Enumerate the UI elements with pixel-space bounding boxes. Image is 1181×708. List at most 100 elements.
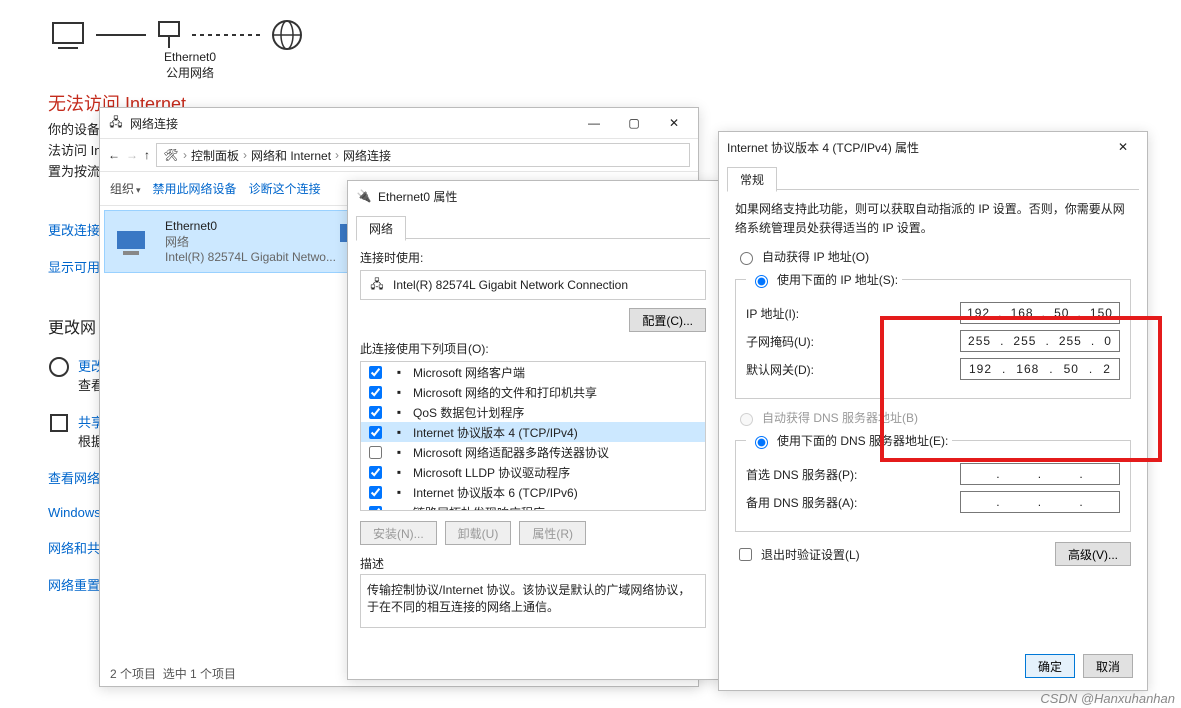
up-button[interactable]: ↑ (144, 148, 150, 162)
explorer-statusbar: 2 个项目 选中 1 个项目 (110, 665, 236, 682)
ipv4-close-button[interactable]: ✕ (1103, 133, 1143, 161)
crumb-0[interactable]: 控制面板 (191, 147, 239, 164)
desc-text: 传输控制协议/Internet 协议。该协议是默认的广域网络协议，于在不同的相互… (360, 574, 706, 628)
watermark: CSDN @Hanxuhanhan (1040, 691, 1175, 706)
back-button[interactable]: ← (108, 148, 120, 162)
cmd-diag[interactable]: 诊断这个连接 (249, 180, 321, 197)
component-item[interactable]: ▪Microsoft 网络客户端 (361, 362, 705, 382)
forward-button[interactable]: → (126, 148, 138, 162)
crumb-2[interactable]: 网络连接 (343, 147, 391, 164)
radio-auto-dns (740, 413, 753, 426)
component-item[interactable]: ▪ Internet 协议版本 6 (TCP/IPv6) (361, 482, 705, 502)
component-item[interactable]: ▪ Microsoft LLDP 协议驱动程序 (361, 462, 705, 482)
uninstall-button[interactable]: 卸载(U) (445, 521, 512, 545)
install-button[interactable]: 安装(N)... (360, 521, 437, 545)
component-checkbox[interactable] (369, 486, 382, 499)
component-label: Microsoft 网络适配器多路传送器协议 (413, 444, 609, 461)
radio-use-ip[interactable] (755, 275, 768, 288)
globe-icon (270, 18, 304, 52)
share-icon (48, 412, 70, 434)
component-checkbox[interactable] (369, 366, 382, 379)
component-icon: ▪ (391, 444, 407, 460)
switch-icon (154, 18, 184, 52)
component-icon: ▪ (391, 384, 407, 400)
advanced-button[interactable]: 高级(V)... (1055, 542, 1131, 566)
globe-small-icon (48, 356, 70, 378)
adapter-field: 🖧 Intel(R) 82574L Gigabit Network Connec… (360, 270, 706, 300)
ok-button[interactable]: 确定 (1025, 654, 1075, 678)
explorer-titlebar[interactable]: 🖧 网络连接 ― ▢ ✕ (100, 108, 698, 138)
ipv4-title: Internet 协议版本 4 (TCP/IPv4) 属性 (727, 139, 919, 156)
component-item[interactable]: ▪ Microsoft 网络适配器多路传送器协议 (361, 442, 705, 462)
validate-checkbox[interactable] (739, 548, 752, 561)
component-checkbox[interactable] (369, 406, 382, 419)
component-icon: ▪ (391, 464, 407, 480)
component-label: Microsoft 网络客户端 (413, 364, 525, 381)
topology-ethernet-label: Ethernet0 公用网络 (160, 50, 220, 81)
gw-label: 默认网关(D): (746, 361, 814, 378)
props-title: Ethernet0 属性 (378, 188, 457, 205)
component-checkbox[interactable] (369, 386, 382, 399)
uses-items-label: 此连接使用下列项目(O): (360, 340, 706, 357)
component-label: Internet 协议版本 6 (TCP/IPv6) (413, 484, 578, 501)
cancel-button[interactable]: 取消 (1083, 654, 1133, 678)
desc-label: 描述 (360, 555, 706, 572)
network-folder-icon: 🖧 (108, 115, 124, 131)
component-checkbox[interactable] (369, 506, 382, 512)
nic-icon: 🖧 (369, 277, 385, 293)
ipv4-titlebar[interactable]: Internet 协议版本 4 (TCP/IPv4) 属性 ✕ (719, 132, 1147, 162)
breadcrumb[interactable]: 🛠 ›控制面板 ›网络和 Internet ›网络连接 (156, 143, 690, 167)
radio-use-dns[interactable] (755, 436, 768, 449)
cmd-disable[interactable]: 禁用此网络设备 (153, 180, 237, 197)
component-item[interactable]: ▪ Microsoft 网络的文件和打印机共享 (361, 382, 705, 402)
use-ip-label: 使用下面的 IP 地址(S): (777, 271, 898, 288)
auto-ip-label: 自动获得 IP 地址(O) (762, 248, 869, 265)
close-button[interactable]: ✕ (654, 109, 694, 137)
component-item[interactable]: ▪ Internet 协议版本 4 (TCP/IPv4) (361, 422, 705, 442)
configure-button[interactable]: 配置(C)... (629, 308, 706, 332)
ethernet-properties-dialog: 🔌 Ethernet0 属性 网络 连接时使用: 🖧 Intel(R) 82574… (347, 180, 719, 680)
component-icon: ▪ (391, 504, 407, 511)
props-titlebar[interactable]: 🔌 Ethernet0 属性 (348, 181, 718, 211)
component-checkbox[interactable] (369, 426, 382, 439)
mask-label: 子网掩码(U): (746, 333, 814, 350)
ipv4-intro: 如果网络支持此功能，则可以获取自动指派的 IP 设置。否则，你需要从网络系统管理… (735, 200, 1131, 238)
explorer-nav: ← → ↑ 🛠 ›控制面板 ›网络和 Internet ›网络连接 (100, 138, 698, 172)
component-icon: ▪ (391, 424, 407, 440)
crumb-1[interactable]: 网络和 Internet (251, 147, 331, 164)
organize-menu[interactable]: 组织 (110, 180, 141, 197)
control-panel-icon: 🛠 (163, 147, 179, 163)
component-icon: ▪ (391, 484, 407, 500)
radio-auto-ip[interactable] (740, 252, 753, 265)
component-checkbox[interactable] (369, 446, 382, 459)
components-list[interactable]: ▪Microsoft 网络客户端▪Microsoft 网络的文件和打印机共享▪Q… (360, 361, 706, 511)
ip-label: IP 地址(I): (746, 305, 799, 322)
component-label: Microsoft LLDP 协议驱动程序 (413, 464, 570, 481)
conn-using-label: 连接时使用: (360, 249, 706, 266)
component-label: Internet 协议版本 4 (TCP/IPv4) (413, 424, 578, 441)
line-icon (96, 30, 146, 40)
dns1-input[interactable]: ... (960, 463, 1120, 485)
component-label: Microsoft 网络的文件和打印机共享 (413, 384, 597, 401)
adapter-icon (115, 225, 155, 259)
adapter-name: Intel(R) 82574L Gigabit Network Connecti… (393, 278, 628, 292)
conn-name: Ethernet0 (165, 219, 336, 233)
component-item[interactable]: ▪QoS 数据包计划程序 (361, 402, 705, 422)
component-item[interactable]: ▪ 链路层拓扑发现响应程序 (361, 502, 705, 511)
minimize-button[interactable]: ― (574, 109, 614, 137)
highlight-box (880, 316, 1162, 462)
component-label: QoS 数据包计划程序 (413, 404, 524, 421)
properties-button[interactable]: 属性(R) (519, 521, 586, 545)
dns1-label: 首选 DNS 服务器(P): (746, 466, 857, 483)
component-label: 链路层拓扑发现响应程序 (413, 504, 545, 512)
dns2-input[interactable]: ... (960, 491, 1120, 513)
tab-network[interactable]: 网络 (356, 216, 406, 241)
tab-general[interactable]: 常规 (727, 167, 777, 192)
adapter-small-icon: 🔌 (356, 188, 372, 204)
validate-label: 退出时验证设置(L) (761, 546, 860, 563)
component-checkbox[interactable] (369, 466, 382, 479)
explorer-title: 网络连接 (130, 115, 178, 132)
conn-net: 网络 (165, 233, 336, 250)
dashed-line-icon (192, 30, 262, 40)
maximize-button[interactable]: ▢ (614, 109, 654, 137)
